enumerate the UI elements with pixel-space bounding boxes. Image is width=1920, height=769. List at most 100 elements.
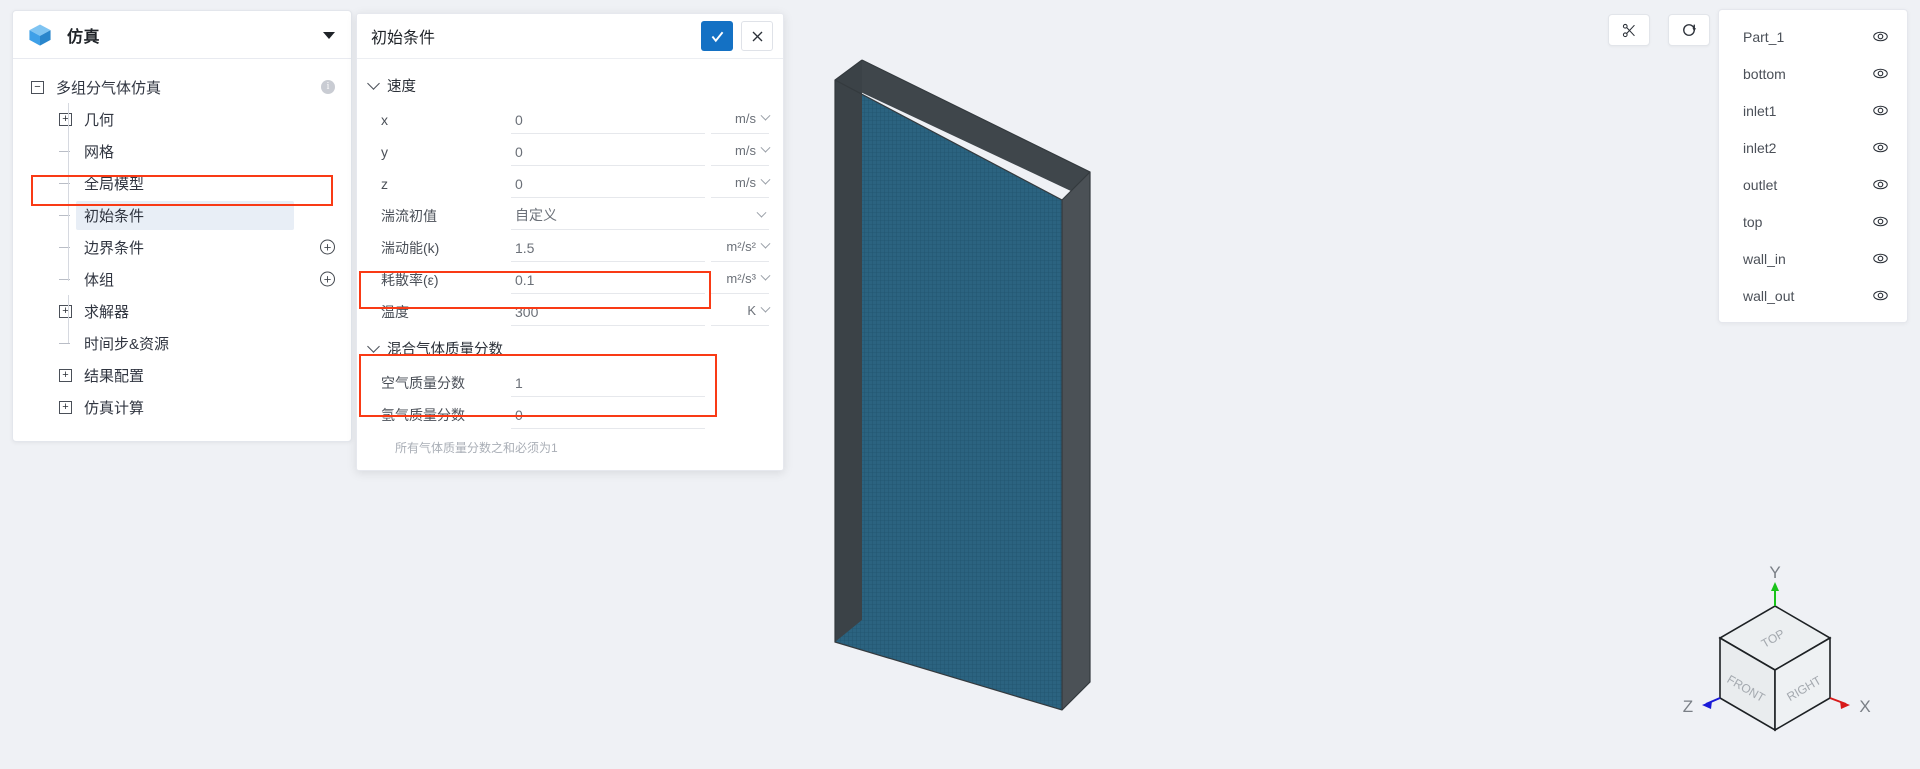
- expand-toggle-icon[interactable]: +: [59, 112, 72, 126]
- chevron-down-icon: [760, 302, 771, 313]
- tree-item-2[interactable]: 网格: [13, 135, 351, 167]
- part-list-item[interactable]: bottom: [1719, 55, 1907, 92]
- velocity-field-group: x 0 m/s y 0 m/s z 0 m/s: [357, 104, 783, 200]
- field-3-unit-label: K: [747, 303, 756, 318]
- tree-connector-line: [68, 295, 69, 343]
- tree-item-9[interactable]: + 结果配置: [13, 359, 351, 391]
- mixture-1-input[interactable]: 0: [511, 402, 705, 429]
- tree-item-label: 网格: [84, 143, 115, 161]
- part-list-item[interactable]: Part_1: [1719, 18, 1907, 55]
- chevron-down-icon: [760, 270, 771, 281]
- field-3-input[interactable]: 300: [511, 299, 705, 326]
- field-2-input[interactable]: 0.1: [511, 267, 705, 294]
- velocity-z-input[interactable]: 0: [511, 171, 705, 198]
- tree-connector-line: [68, 103, 69, 281]
- tree-dash-icon: [59, 177, 72, 190]
- expand-toggle-icon[interactable]: +: [59, 400, 72, 414]
- project-tree[interactable]: − 多组分气体仿真 i + 几何 网格 全局模型 初始条件 边界条件 + 体组 + + 求解器 时间步&资源…: [13, 59, 351, 441]
- mixture-1-row: 氢气质量分数 0: [357, 399, 783, 431]
- z-axis-arrow: [1702, 701, 1712, 709]
- tree-item-label: 边界条件: [84, 239, 145, 257]
- check-icon: [711, 31, 723, 42]
- eye-icon[interactable]: [1872, 213, 1889, 230]
- eye-icon[interactable]: [1872, 250, 1889, 267]
- tree-item-8[interactable]: 时间步&资源: [13, 327, 351, 359]
- part-list[interactable]: Part_1bottom inlet1 inlet2 outlet top wall_in…: [1719, 18, 1907, 314]
- collapse-toggle-icon[interactable]: −: [31, 80, 44, 94]
- part-name-label: inlet1: [1743, 102, 1777, 119]
- part-list-item[interactable]: outlet: [1719, 166, 1907, 203]
- velocity-y-unit-label: m/s: [735, 143, 756, 158]
- velocity-x-unit-label: m/s: [735, 111, 756, 126]
- tree-item-6[interactable]: 体组 +: [13, 263, 351, 295]
- tree-dash-icon: [59, 241, 72, 254]
- chevron-down-icon: [760, 142, 771, 153]
- dialog-title: 初始条件: [371, 30, 436, 47]
- eye-icon[interactable]: [1872, 139, 1889, 156]
- expand-toggle-icon[interactable]: +: [59, 304, 72, 318]
- tree-item-label: 全局模型: [84, 175, 145, 193]
- field-3-unit[interactable]: K: [711, 299, 771, 326]
- field-2-unit[interactable]: m²/s³: [711, 267, 771, 294]
- tree-item-3[interactable]: 全局模型: [13, 167, 351, 199]
- velocity-z-unit-label: m/s: [735, 175, 756, 190]
- add-item-icon[interactable]: +: [320, 271, 335, 287]
- part-list-item[interactable]: wall_in: [1719, 240, 1907, 277]
- tree-item-7[interactable]: + 求解器: [13, 295, 351, 327]
- cancel-button[interactable]: [741, 21, 773, 51]
- field-2-label: 耗散率(ε): [381, 272, 439, 288]
- initial-conditions-dialog[interactable]: 初始条件 速度 x 0 m/s y 0 m/s z 0 m/s 湍流初值 自定义 湍动能(k) 1.5…: [356, 13, 784, 471]
- tree-item-0[interactable]: − 多组分气体仿真 i: [13, 71, 351, 103]
- part-name-label: bottom: [1743, 65, 1786, 82]
- eye-icon[interactable]: [1872, 28, 1889, 45]
- eye-icon[interactable]: [1872, 65, 1889, 82]
- part-list-item[interactable]: wall_out: [1719, 277, 1907, 314]
- mixture-0-unit: [711, 370, 769, 397]
- part-list-item[interactable]: top: [1719, 203, 1907, 240]
- velocity-y-unit[interactable]: m/s: [711, 139, 771, 166]
- info-icon[interactable]: i: [321, 80, 335, 94]
- view-cube-widget[interactable]: TOP FRONT RIGHT Y X Z: [1670, 564, 1880, 744]
- mixture-hint: 所有气体质量分数之和必须为1: [395, 441, 558, 455]
- field-1-unit[interactable]: m²/s²: [711, 235, 771, 262]
- velocity-z-unit[interactable]: m/s: [711, 171, 771, 198]
- velocity-x-row: x 0 m/s: [357, 104, 783, 136]
- part-name-label: Part_1: [1743, 28, 1785, 45]
- velocity-x-input[interactable]: 0: [511, 107, 705, 134]
- section-velocity[interactable]: 速度: [357, 69, 783, 104]
- tree-item-5[interactable]: 边界条件 +: [13, 231, 351, 263]
- panel-header[interactable]: 仿真: [13, 11, 351, 59]
- velocity-y-label: y: [381, 144, 388, 160]
- field-0-select[interactable]: 自定义: [511, 203, 769, 230]
- section-velocity-label: 速度: [387, 79, 416, 95]
- field-1-label: 湍动能(k): [381, 240, 440, 256]
- part-list-item[interactable]: inlet1: [1719, 92, 1907, 129]
- chevron-down-icon: [367, 77, 380, 90]
- chevron-down-icon: [760, 238, 771, 249]
- mixture-0-input[interactable]: 1: [511, 370, 705, 397]
- expand-toggle-icon[interactable]: +: [59, 368, 72, 382]
- field-1-unit-label: m²/s²: [726, 239, 756, 254]
- velocity-y-input[interactable]: 0: [511, 139, 705, 166]
- model-front-face: [835, 80, 1062, 710]
- clip-tool-button[interactable]: [1608, 14, 1650, 46]
- tree-item-4[interactable]: 初始条件: [13, 199, 351, 231]
- tree-dash-icon: [59, 209, 72, 222]
- tree-item-1[interactable]: + 几何: [13, 103, 351, 135]
- velocity-x-unit[interactable]: m/s: [711, 107, 771, 134]
- confirm-button[interactable]: [701, 21, 733, 51]
- eye-icon[interactable]: [1872, 176, 1889, 193]
- field-1-input[interactable]: 1.5: [511, 235, 705, 262]
- reset-view-button[interactable]: [1668, 14, 1710, 46]
- add-item-icon[interactable]: +: [320, 239, 335, 255]
- eye-icon[interactable]: [1872, 287, 1889, 304]
- tree-item-10[interactable]: + 仿真计算: [13, 391, 351, 423]
- caret-down-icon[interactable]: [323, 31, 335, 39]
- scissors-icon: [1622, 23, 1635, 37]
- part-list-item[interactable]: inlet2: [1719, 129, 1907, 166]
- part-name-label: wall_out: [1743, 287, 1795, 304]
- tree-item-label: 多组分气体仿真: [56, 79, 162, 97]
- section-mixture[interactable]: 混合气体质量分数: [357, 328, 783, 367]
- eye-icon[interactable]: [1872, 102, 1889, 119]
- field-0-label: 湍流初值: [381, 208, 437, 224]
